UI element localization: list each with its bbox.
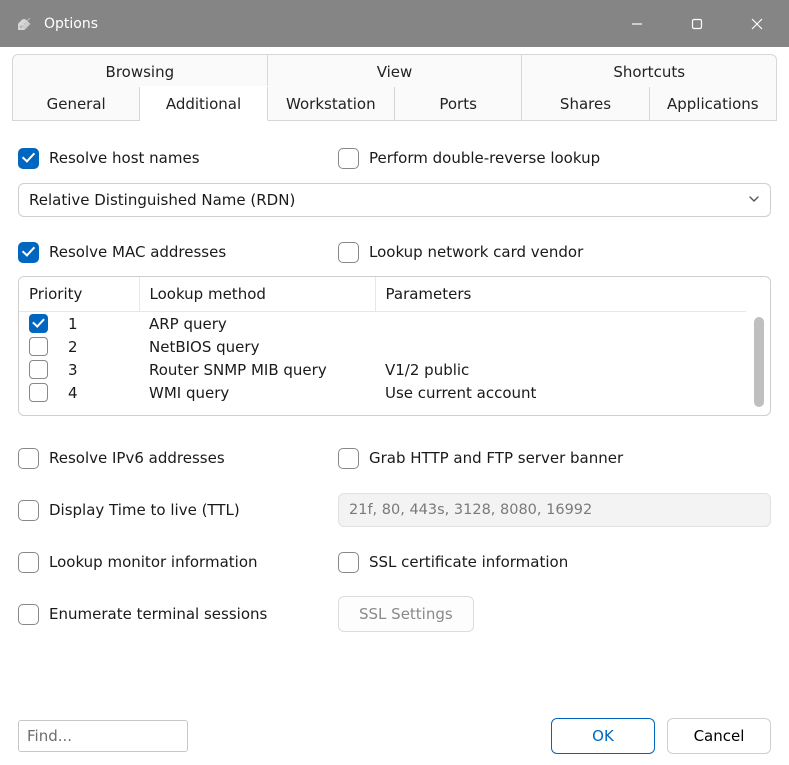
ssl-cert-checkbox[interactable] [338,552,359,573]
tab-shares[interactable]: Shares [522,87,649,121]
maximize-button[interactable] [667,0,727,47]
double-reverse-checkbox[interactable] [338,148,359,169]
tab-shortcuts[interactable]: Shortcuts [522,54,777,88]
tab-label: Additional [166,95,241,113]
resolve-host-names-checkbox[interactable] [18,148,39,169]
cancel-label: Cancel [694,727,745,745]
tab-browsing[interactable]: Browsing [12,54,268,88]
minimize-button[interactable] [607,0,667,47]
table-row[interactable]: 4 WMI queryUse current account [19,381,746,404]
ssl-settings-button: SSL Settings [338,596,474,632]
priority-value: 2 [68,338,78,356]
method-value: WMI query [139,381,375,404]
col-parameters[interactable]: Parameters [375,277,746,312]
tab-view[interactable]: View [268,54,523,88]
col-priority[interactable]: Priority [19,277,139,312]
display-ttl-checkbox[interactable] [18,500,39,521]
find-input[interactable] [18,720,188,752]
ok-button[interactable]: OK [551,718,655,754]
ssl-cert-label: SSL certificate information [369,553,568,571]
tab-workstation[interactable]: Workstation [268,87,395,121]
grab-banner-label: Grab HTTP and FTP server banner [369,449,623,467]
dialog-footer: OK Cancel [0,707,789,765]
close-button[interactable] [727,0,787,47]
name-format-value: Relative Distinguished Name (RDN) [29,191,295,209]
ssl-settings-label: SSL Settings [359,605,453,623]
window-controls [607,0,787,47]
lookup-row-checkbox[interactable] [29,383,48,402]
resolve-ipv6-label: Resolve IPv6 addresses [49,449,225,467]
tab-general[interactable]: General [12,87,140,121]
table-row[interactable]: 1 ARP query [19,312,746,336]
tab-label: View [377,63,413,81]
tab-additional[interactable]: Additional [140,87,267,121]
resolve-mac-label: Resolve MAC addresses [49,243,226,261]
tab-ports[interactable]: Ports [395,87,522,121]
name-format-select[interactable]: Relative Distinguished Name (RDN) [18,183,771,217]
tab-label: Browsing [106,63,175,81]
method-value: ARP query [139,312,375,336]
grab-banner-checkbox[interactable] [338,448,359,469]
lookup-row-checkbox[interactable] [29,337,48,356]
titlebar: Options [0,0,789,47]
col-method[interactable]: Lookup method [139,277,375,312]
resolve-ipv6-checkbox[interactable] [18,448,39,469]
parameters-value: V1/2 public [375,358,746,381]
display-ttl-label: Display Time to live (TTL) [49,501,240,519]
tab-label: Ports [439,95,477,113]
method-value: NetBIOS query [139,335,375,358]
lookup-method-table[interactable]: Priority Lookup method Parameters 1 ARP q… [18,276,771,416]
table-row[interactable]: 2 NetBIOS query [19,335,746,358]
method-value: Router SNMP MIB query [139,358,375,381]
tab-label: Applications [667,95,759,113]
priority-value: 3 [68,361,78,379]
banner-ports-field [338,493,771,527]
resolve-host-names-label: Resolve host names [49,149,200,167]
resolve-mac-checkbox[interactable] [18,242,39,263]
tab-label: Workstation [286,95,376,113]
table-row[interactable]: 3 Router SNMP MIB queryV1/2 public [19,358,746,381]
window-title: Options [44,16,607,32]
tab-label: General [47,95,106,113]
lookup-vendor-label: Lookup network card vendor [369,243,583,261]
tab-label: Shares [560,95,611,113]
cancel-button[interactable]: Cancel [667,718,771,754]
app-icon [14,14,34,34]
tabs: Browsing View Shortcuts General Addition… [12,54,777,122]
priority-value: 4 [68,384,78,402]
parameters-value [375,335,746,358]
tab-label: Shortcuts [613,63,685,81]
enumerate-terminal-checkbox[interactable] [18,604,39,625]
lookup-vendor-checkbox[interactable] [338,242,359,263]
enumerate-terminal-label: Enumerate terminal sessions [49,605,267,623]
parameters-value [375,312,746,336]
tab-applications[interactable]: Applications [650,87,777,121]
lookup-row-checkbox[interactable] [29,314,48,333]
lookup-monitor-checkbox[interactable] [18,552,39,573]
priority-value: 1 [68,315,78,333]
lookup-row-checkbox[interactable] [29,360,48,379]
double-reverse-label: Perform double-reverse lookup [369,149,600,167]
parameters-value: Use current account [375,381,746,404]
scrollbar-thumb[interactable] [754,317,764,407]
ok-label: OK [592,727,614,745]
lookup-monitor-label: Lookup monitor information [49,553,258,571]
chevron-down-icon [748,191,760,209]
